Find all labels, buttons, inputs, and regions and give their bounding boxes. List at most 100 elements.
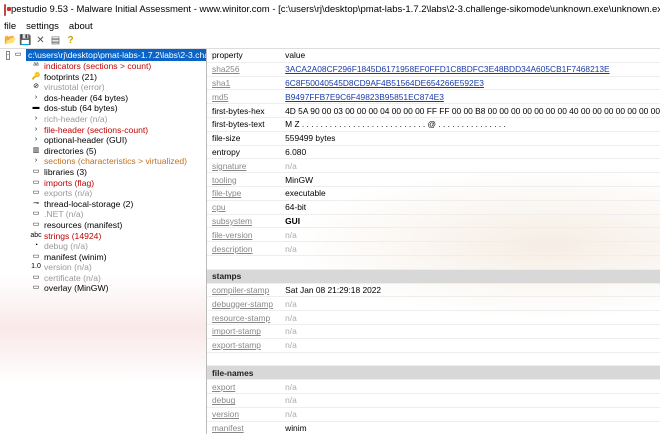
tree-item[interactable]: ▭ resources (manifest) [0,220,206,231]
property-key: cpu [207,200,281,215]
table-row[interactable]: file-version n/a [207,227,660,243]
tree-item-label: directories (5) [44,145,97,156]
table-row[interactable]: manifest winim [207,421,660,434]
arrow-icon: › [34,136,38,144]
tree-item[interactable]: › file-header (sections-count) [0,125,206,136]
property-key: first-bytes-hex [207,103,281,118]
table-row[interactable]: cpu 64-bit [207,200,660,215]
tree-item[interactable]: ▭ imports (flag) [0,178,206,189]
table-row[interactable]: import-stamp n/a [207,324,660,339]
tree-item[interactable]: abc strings (14924) [0,231,206,242]
tree-item[interactable]: ▭ overlay (MinGW) [0,283,206,294]
table-row[interactable]: md5 B9497FFB7E9C6F49823B95851EC874E3 [207,89,660,105]
tree-item[interactable]: ⊸ thread-local-storage (2) [0,199,206,210]
property-value: 4D 5A 90 00 03 00 00 00 04 00 00 00 FF F… [280,103,660,118]
tree-item-label: dos-header (64 bytes) [44,92,129,103]
table-row[interactable]: version n/a [207,407,660,422]
close-icon[interactable]: ✕ [34,35,47,47]
table-row[interactable]: debug n/a [207,393,660,408]
property-value: 559499 bytes [280,131,660,146]
directory-icon: ▥ [32,146,40,154]
tree-item[interactable]: ▭ certificate (n/a) [0,273,206,284]
table-row[interactable]: tooling MinGW [207,172,660,187]
section-title: file-names [207,365,281,381]
tree-item[interactable]: › optional-header (GUI) [0,135,206,146]
column-header-property[interactable]: property [207,49,281,63]
tree-item[interactable]: ᵃᵃ indicators (sections > count) [0,61,206,72]
tree-item[interactable]: › sections (characteristics > virtualized… [0,156,206,167]
list-icon[interactable]: ▤ [49,35,62,47]
tree-root-label: c:\users\rj\desktop\pmat-labs-1.7.2\labs… [26,49,206,61]
tree-item-label: virustotal (error) [44,82,105,93]
property-value: winim [280,421,660,434]
table-row[interactable]: export n/a [207,379,660,394]
tree-item-label: exports (n/a) [44,188,93,199]
tree-item[interactable]: ⊘ virustotal (error) [0,82,206,93]
arrow-icon: › [34,93,38,101]
tree-item-label: resources (manifest) [44,219,123,230]
table-row[interactable]: subsystem GUI [207,214,660,229]
table-row[interactable]: file-size 559499 bytes [207,131,660,146]
collapse-icon[interactable]: - [6,50,10,60]
tree-item[interactable]: › dos-header (64 bytes) [0,93,206,104]
property-key: signature [207,158,281,174]
table-row[interactable]: resource-stamp n/a [207,310,660,325]
table-row[interactable]: first-bytes-hex 4D 5A 90 00 03 00 00 00 0… [207,103,660,118]
column-header-value[interactable]: value [280,49,660,63]
arrow-icon: › [34,114,38,122]
property-value: n/a [280,324,660,339]
menu-settings[interactable]: settings [26,21,59,32]
table-row[interactable]: signature n/a [207,158,660,174]
tree-item-label: manifest (winim) [44,251,107,262]
table-row[interactable]: sha256 3ACA2A08CF296F1845D6171958EF0FFD1C… [207,62,660,77]
property-value: executable [280,186,660,201]
tree-item[interactable]: 🔑 footprints (21) [0,72,206,83]
import-icon: ▭ [32,178,40,186]
tree-item-label: rich-header (n/a) [44,113,108,124]
table-row[interactable]: sha1 6C8F50040545D8CD9AF4B51564DE654266E5… [207,76,660,91]
library-icon: ▭ [32,167,40,175]
virustotal-icon: ⊘ [33,83,39,91]
table-row[interactable]: description n/a [207,241,660,256]
table-row[interactable]: debugger-stamp n/a [207,296,660,312]
tree-item[interactable]: ▭ libraries (3) [0,167,206,178]
property-value[interactable]: B9497FFB7E9C6F49823B95851EC874E3 [280,89,660,105]
tree-item[interactable]: ◔ debug (n/a) [0,241,206,252]
tree-items: ᵃᵃ indicators (sections > count) 🔑 footprin… [0,61,206,294]
menu-about[interactable]: about [69,21,93,32]
tree-item-label: dos-stub (64 bytes) [44,103,118,114]
property-value[interactable]: 6C8F50040545D8CD9AF4B51564DE654266E592E3 [280,76,660,91]
tree-item[interactable]: ▬ dos-stub (64 bytes) [0,103,206,114]
help-icon[interactable]: ? [64,35,77,47]
property-value: n/a [280,379,660,394]
tree-item-label: indicators (sections > count) [44,61,152,71]
property-key: compiler-stamp [207,283,281,298]
table-row[interactable]: export-stamp n/a [207,338,660,353]
property-value: GUI [280,214,660,229]
tree-root[interactable]: - ▭ c:\users\rj\desktop\pmat-labs-1.7.2\… [0,49,206,61]
property-key: resource-stamp [207,310,281,325]
menu-file[interactable]: file [4,21,16,32]
tree-item[interactable]: 1.0 version (n/a) [0,262,206,273]
property-key: entropy [207,145,281,160]
table-row[interactable]: compiler-stamp Sat Jan 08 21:29:18 2022 [207,283,660,298]
open-icon[interactable]: 📂 [4,35,17,47]
tree-item[interactable]: ▭ manifest (winim) [0,252,206,263]
property-value[interactable]: 3ACA2A08CF296F1845D6171958EF0FFD1C8BDFC3… [280,62,660,77]
table-row[interactable]: file-type executable [207,186,660,201]
table-row[interactable]: entropy 6.080 [207,145,660,160]
table-row[interactable]: first-bytes-text M Z . . . . . . . . . . … [207,117,660,132]
toolbar: 📂 💾 ✕ ▤ ? [0,33,660,49]
tree-item[interactable]: ▭ exports (n/a) [0,188,206,199]
property-key: export-stamp [207,338,281,353]
arrow-icon: › [34,157,38,165]
property-key: subsystem [207,214,281,229]
property-value: n/a [280,310,660,325]
tree-item[interactable]: › rich-header (n/a) [0,114,206,125]
save-icon[interactable]: 💾 [19,35,32,47]
property-value: Sat Jan 08 21:29:18 2022 [280,283,660,298]
tree-item[interactable]: ▭ .NET (n/a) [0,209,206,220]
overlay-icon: ▭ [32,284,40,292]
tree-item[interactable]: ▥ directories (5) [0,146,206,157]
blank-row [207,352,660,367]
